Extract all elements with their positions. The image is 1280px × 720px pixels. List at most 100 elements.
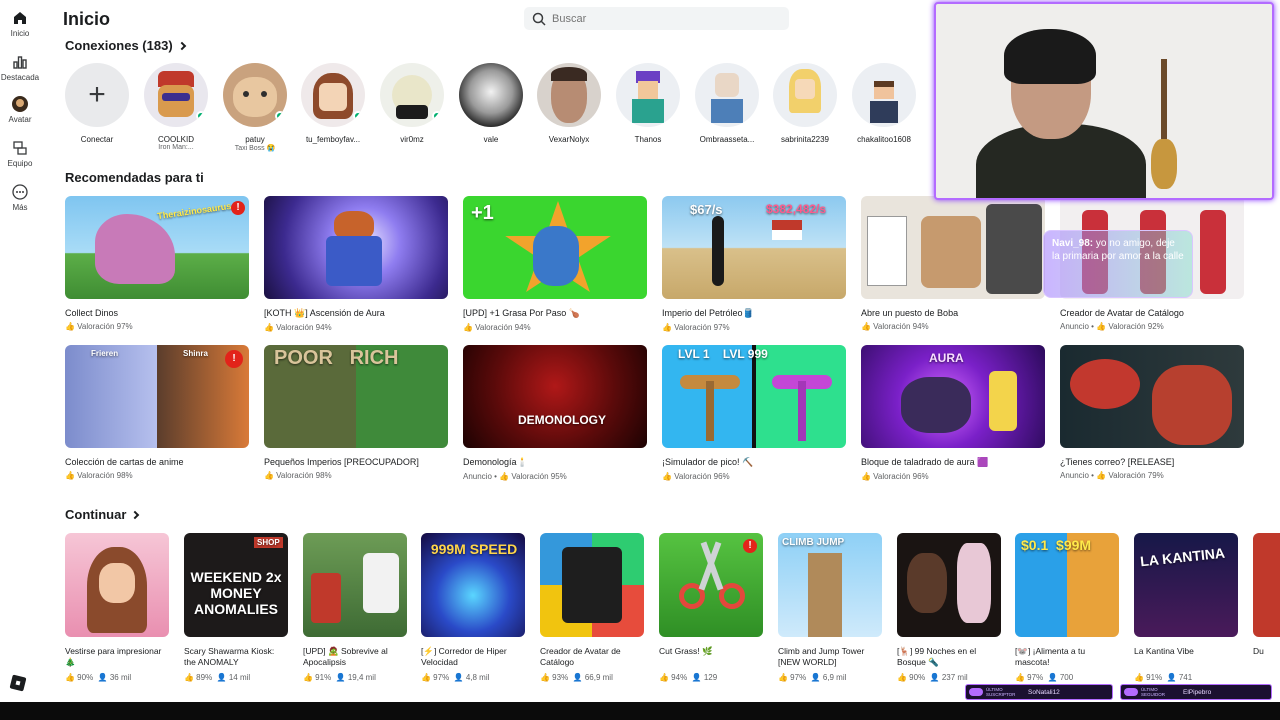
game-card[interactable]: Frieren Shinra ! Colección de cartas de … [65, 345, 249, 480]
game-rating: 👍 Valoración 94% [264, 323, 332, 332]
game-thumbnail: CLIMB JUMP [778, 533, 882, 637]
chat-message-overlay: Navi_98: yo no amigo, deje la primaria p… [1043, 230, 1193, 298]
search-input[interactable] [552, 12, 772, 25]
game-title: Abre un puesto de Boba [861, 308, 959, 318]
friend-item[interactable]: chakalitoo1608 [850, 63, 918, 144]
game-title: Imperio del Petróleo🛢️ [662, 308, 754, 318]
friend-name: vir0mz [400, 135, 424, 144]
chevron-right-icon [177, 41, 186, 50]
guitar-image [1151, 59, 1177, 198]
game-card[interactable]: LVL 1 LVL 999 ¡Simulador de pico! ⛏️ 👍 V… [662, 345, 846, 481]
game-card[interactable]: Creador de Avatar de Catálogo 👍 93% 👤 66… [540, 533, 644, 682]
game-rating: 👍 97% [778, 673, 807, 682]
roblox-logo-icon[interactable] [9, 674, 27, 692]
game-rating: 👍 93% [540, 673, 569, 682]
friend-item[interactable]: VexarNolyx [535, 63, 603, 144]
continue-header[interactable]: Continuar [65, 507, 140, 522]
game-card[interactable]: $67/s $382,482/s Imperio del Petróleo🛢️ … [662, 196, 846, 332]
friend-status: Iron Man:... [158, 144, 194, 151]
tag-caption: ÚLTIMO SUSCRIPTOR [986, 687, 1016, 697]
sidebar-item-label: Más [12, 203, 28, 212]
thumbnail-text: $67/s [690, 202, 723, 217]
game-card[interactable]: WEEKEND 2x MONEY ANOMALIES SHOP Scary Sh… [184, 533, 288, 682]
game-card[interactable]: AURA Bloque de taladrado de aura 🟪 👍 Val… [861, 345, 1045, 481]
game-card[interactable]: [UPD] 🧟 Sobrevive al Apocalipsis 👍 91% 👤… [303, 533, 407, 682]
game-stats: 👍 97% 👤 6,9 mil [778, 673, 882, 682]
sidebar-item-equipo[interactable]: Equipo [0, 140, 40, 168]
game-card[interactable]: Du [1253, 533, 1280, 668]
friend-name: vale [483, 135, 499, 144]
game-card[interactable]: Vestirse para impresionar🎄 👍 90% 👤 36 mi… [65, 533, 169, 682]
game-title: Creador de Avatar de Catálogo [1060, 308, 1184, 318]
game-stats: 👍 97% 👤 700 [1015, 673, 1119, 682]
game-thumbnail [897, 533, 1001, 637]
game-thumbnail: 999M SPEED [421, 533, 525, 637]
avatar [380, 63, 444, 127]
game-thumbnail: Frieren Shinra ! [65, 345, 249, 448]
game-rating: 👍 90% [65, 673, 94, 682]
game-card[interactable]: CLIMB JUMP Climb and Jump Tower [NEW WOR… [778, 533, 882, 682]
game-title: [UPD] 🧟 Sobrevive al Apocalipsis [303, 646, 388, 667]
game-rating: 👍 Valoración 94% [861, 322, 929, 331]
sidebar-item-mas[interactable]: Más [0, 184, 40, 212]
connections-header[interactable]: Conexiones (183) [65, 38, 186, 53]
game-card[interactable]: LA KANTINA La Kantina Vibe 👍 91% 👤 741 [1134, 533, 1238, 682]
game-card[interactable]: [KOTH 👑] Ascensión de Aura 👍 Valoración … [264, 196, 448, 332]
chat-username: Navi_98: [1052, 238, 1094, 249]
thumbnail-text: AURA [929, 351, 964, 365]
game-title: [KOTH 👑] Ascensión de Aura [264, 308, 385, 318]
game-card[interactable]: [🦌] 99 Noches en el Bosque 🔦 👍 90% 👤 237… [897, 533, 1001, 682]
game-stats: 👍 90% 👤 36 mil [65, 673, 169, 682]
connect-button[interactable]: + Conectar [63, 63, 131, 144]
friend-name: tu_femboyfav... [305, 135, 361, 144]
game-thumbnail: DEMONOLOGY [463, 345, 647, 448]
game-rating: 👍 Valoración 97% [65, 322, 133, 331]
alert-icon: ! [743, 539, 757, 553]
friend-item[interactable]: vale [457, 63, 525, 144]
game-card[interactable]: +1 [UPD] +1 Grasa Por Paso 🍗 👍 Valoració… [463, 196, 647, 332]
player-count: 👤 36 mil [97, 673, 132, 682]
player-count: 👤 237 mil [929, 673, 968, 682]
sidebar-item-destacada[interactable]: Destacada [0, 54, 40, 82]
sidebar-item-inicio[interactable]: Inicio [0, 10, 40, 38]
avatar [144, 63, 208, 127]
game-rating: 👍 Valoración 98% [65, 471, 133, 480]
game-title: [UPD] +1 Grasa Por Paso 🍗 [463, 308, 580, 318]
game-card[interactable]: DEMONOLOGY Demonología🕯️ Anuncio • 👍 Val… [463, 345, 647, 481]
friend-item[interactable]: patuy Taxi Boss 😭 [221, 63, 289, 152]
game-title: Climb and Jump Tower [NEW WORLD] [778, 646, 865, 667]
game-thumbnail [861, 196, 1045, 299]
player-count: 👤 66,9 mil [572, 673, 613, 682]
game-card[interactable]: Theraizinosaurus ! Collect Dinos 👍 Valor… [65, 196, 249, 331]
game-card[interactable]: 999M SPEED [⚡] Corredor de Hiper Velocid… [421, 533, 525, 682]
game-card[interactable]: $0.1 $99M [🐭] ¡Alimenta a tu mascota! 👍 … [1015, 533, 1119, 682]
friend-item[interactable]: vir0mz [378, 63, 446, 144]
friend-item[interactable]: Thanos [614, 63, 682, 144]
game-title: Du [1253, 646, 1264, 656]
game-card[interactable]: Abre un puesto de Boba 👍 Valoración 94% [861, 196, 1045, 331]
sidebar-item-avatar[interactable]: Avatar [0, 96, 40, 124]
friend-name: patuy [245, 135, 265, 144]
thumbnail-text: POOR RICH [274, 347, 399, 369]
friend-item[interactable]: sabrinita2239 [771, 63, 839, 144]
game-stats: 👍 90% 👤 237 mil [897, 673, 1001, 682]
game-card[interactable]: ! Cut Grass! 🌿 👍 94% 👤 129 [659, 533, 763, 682]
game-card[interactable]: ¿Tienes correo? [RELEASE] Anuncio • 👍 Va… [1060, 345, 1244, 480]
game-thumbnail: WEEKEND 2x MONEY ANOMALIES SHOP [184, 533, 288, 637]
game-stats: 👍 97% 👤 4,8 mil [421, 673, 525, 682]
game-thumbnail: Theraizinosaurus ! [65, 196, 249, 299]
search-icon [532, 12, 546, 26]
game-rating: 👍 Valoración 96% [861, 472, 929, 481]
game-card[interactable]: POOR RICH Pequeños Imperios [PREOCUPADOR… [264, 345, 448, 480]
last-subscriber-bar: ÚLTIMO SUSCRIPTOR SoNatali12 [965, 684, 1113, 700]
roblox-home-screen: Inicio Destacada Avatar Equipo Más Inici… [0, 0, 1280, 720]
friend-item[interactable]: Ombraasseta... [693, 63, 761, 144]
friend-item[interactable]: tu_femboyfav... [299, 63, 367, 144]
game-rating: 👍 91% [1134, 673, 1163, 682]
avatar [616, 63, 680, 127]
friend-item[interactable]: COOLKID Iron Man:... [142, 63, 210, 151]
thumbnail-text: WEEKEND 2x MONEY ANOMALIES [190, 569, 282, 617]
game-rating: Anuncio • 👍 Valoración 79% [1060, 471, 1164, 480]
game-rating: 👍 Valoración 97% [662, 323, 730, 332]
search-bar[interactable] [524, 7, 789, 30]
